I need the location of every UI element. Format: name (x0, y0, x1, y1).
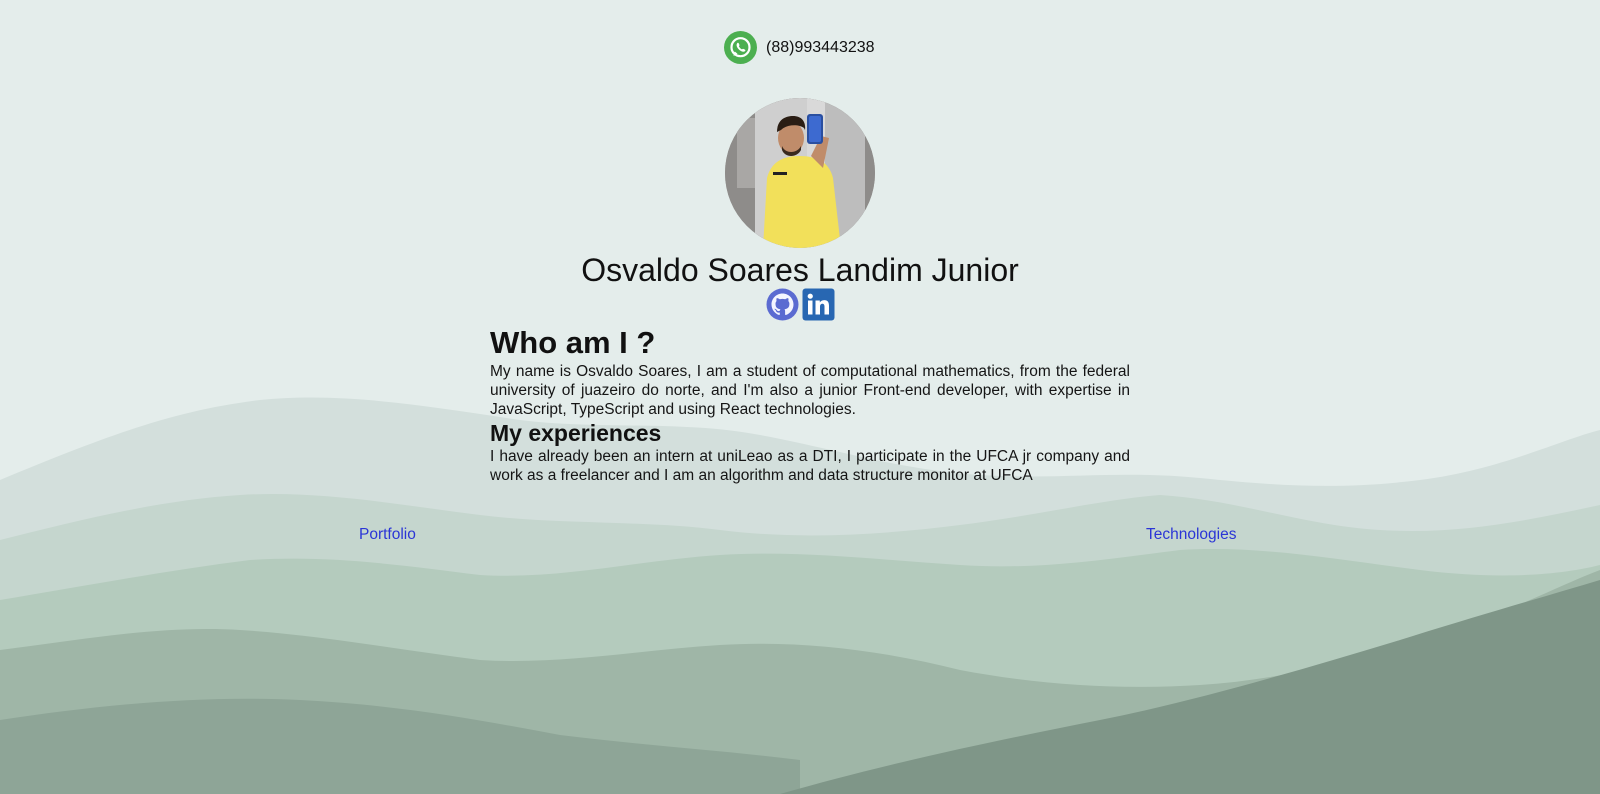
about-section: Who am I ? My name is Osvaldo Soares, I … (490, 324, 1130, 485)
whatsapp-icon[interactable] (724, 31, 757, 64)
social-links (766, 288, 835, 321)
experiences-heading: My experiences (490, 420, 662, 446)
phone-number: (88)993443238 (766, 38, 875, 56)
contact-row: (88)993443238 (724, 31, 875, 64)
linkedin-icon[interactable] (802, 288, 835, 321)
profile-name: Osvaldo Soares Landim Junior (581, 252, 1019, 288)
about-heading: Who am I ? (490, 325, 656, 360)
experiences-text: I have already been an intern at uniLeao… (490, 448, 1130, 484)
profile-photo (725, 98, 875, 248)
avatar (725, 98, 875, 248)
about-text: My name is Osvaldo Soares, I am a studen… (490, 363, 1130, 418)
technologies-link[interactable]: Technologies (1146, 526, 1236, 544)
page-content: (88)993443238 Osvaldo Soares Landim Juni… (0, 0, 1600, 794)
github-icon[interactable] (766, 288, 799, 321)
portfolio-link[interactable]: Portfolio (359, 526, 416, 544)
